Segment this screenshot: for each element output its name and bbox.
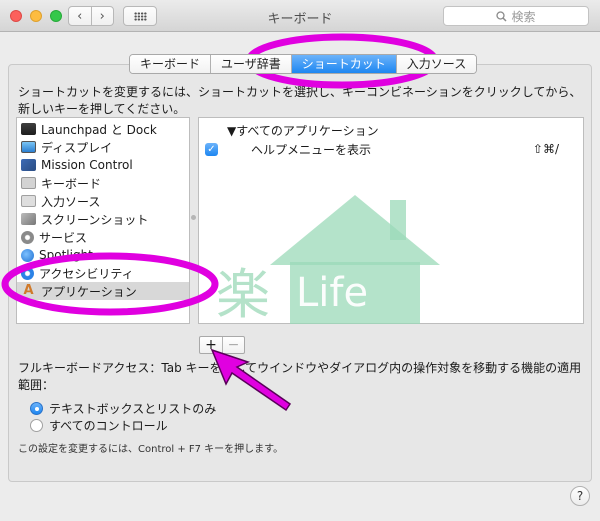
category-list: Launchpad と Dock ディスプレイ Mission Control …	[16, 117, 190, 324]
category-accessibility[interactable]: アクセシビリティ	[17, 264, 189, 282]
radio-label: テキストボックスとリストのみ	[49, 402, 217, 416]
search-icon	[496, 10, 508, 22]
radio-button[interactable]	[30, 419, 43, 432]
category-display[interactable]: ディスプレイ	[17, 138, 189, 156]
category-label: サービス	[39, 230, 88, 245]
tab-keyboard[interactable]: キーボード	[130, 55, 211, 73]
shortcut-list: ▼すべてのアプリケーション ✓ ヘルプメニューを表示 ⇧⌘/	[198, 117, 584, 324]
instructions-text: ショートカットを変更するには、ショートカットを選択し、キーコンビネーションをクリ…	[18, 85, 582, 116]
radio-button[interactable]	[30, 402, 43, 415]
app-icon: A	[23, 283, 34, 298]
category-keyboard[interactable]: キーボード	[17, 174, 189, 192]
tab-bar: キーボード ユーザ辞書 ショートカット 入力ソース	[129, 54, 478, 74]
shortcut-enabled-checkbox[interactable]: ✓	[205, 142, 218, 156]
category-label: 入力ソース	[41, 194, 101, 209]
accessibility-icon	[21, 266, 34, 280]
control-f7-note: この設定を変更するには、Control + F7 キーを押します。	[18, 444, 284, 455]
mission-control-icon	[21, 159, 36, 171]
radio-text-boxes-lists[interactable]: テキストボックスとリストのみ	[30, 400, 216, 417]
splitter-handle[interactable]	[191, 215, 196, 220]
remove-shortcut-button[interactable]: −	[222, 337, 244, 353]
shortcut-label: ヘルプメニューを表示	[251, 142, 372, 157]
help-button[interactable]: ?	[570, 486, 590, 506]
category-label: アクセシビリティ	[39, 266, 134, 281]
screenshot-icon	[21, 213, 36, 225]
category-screenshot[interactable]: スクリーンショット	[17, 210, 189, 228]
category-applications[interactable]: A アプリケーション	[17, 282, 189, 300]
spotlight-icon	[21, 248, 34, 262]
radio-label: すべてのコントロール	[49, 419, 168, 433]
category-label: キーボード	[41, 176, 102, 191]
tab-input-sources[interactable]: 入力ソース	[395, 55, 477, 73]
radio-all-controls[interactable]: すべてのコントロール	[30, 417, 168, 434]
category-mission-control[interactable]: Mission Control	[17, 156, 189, 174]
shortcut-row[interactable]: ✓ ヘルプメニューを表示 ⇧⌘/	[203, 140, 579, 158]
shortcut-group-all-apps[interactable]: ▼すべてのアプリケーション	[227, 122, 379, 139]
category-input-sources[interactable]: 入力ソース	[17, 192, 189, 210]
input-source-icon	[21, 195, 36, 207]
keyboard-icon	[21, 177, 36, 189]
display-icon	[21, 141, 36, 153]
tab-user-dictionary[interactable]: ユーザ辞書	[210, 55, 291, 73]
add-remove-control: + −	[199, 336, 245, 354]
search-field[interactable]: 検索	[443, 6, 589, 26]
gear-icon	[21, 230, 34, 244]
category-label: スクリーンショット	[41, 212, 149, 227]
category-label: Spotlight	[39, 248, 93, 262]
category-launchpad-dock[interactable]: Launchpad と Dock	[17, 120, 189, 138]
category-label: Launchpad と Dock	[41, 122, 157, 137]
category-services[interactable]: サービス	[17, 228, 189, 246]
full-keyboard-access-label: フルキーボードアクセス：Tab キーを押してウインドウやダイアログ内の操作対象を…	[18, 361, 582, 392]
category-label: アプリケーション	[41, 284, 137, 299]
category-spotlight[interactable]: Spotlight	[17, 246, 189, 264]
tab-shortcuts[interactable]: ショートカット	[290, 55, 396, 73]
launchpad-icon	[21, 123, 36, 135]
title-bar: ‹ › キーボード 検索	[0, 0, 600, 32]
add-shortcut-button[interactable]: +	[200, 337, 222, 353]
search-placeholder: 検索	[511, 9, 536, 24]
category-label: ディスプレイ	[41, 140, 113, 155]
category-label: Mission Control	[41, 158, 133, 172]
shortcut-keys[interactable]: ⇧⌘/	[533, 142, 559, 156]
